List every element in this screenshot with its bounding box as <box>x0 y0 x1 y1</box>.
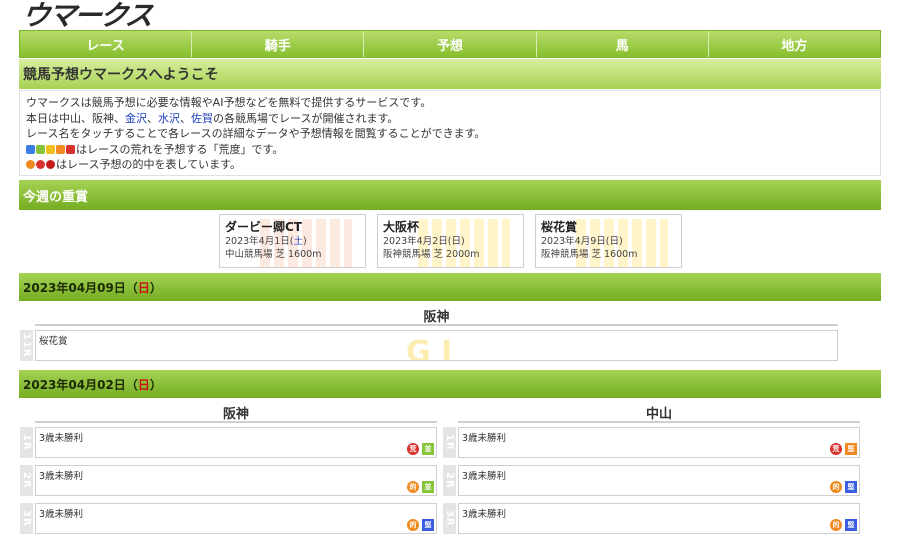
race-name: 3歳未勝利 <box>462 509 507 520</box>
date-text: 2023年04月02日（ <box>23 377 138 392</box>
date-header-0409: 2023年04月09日（日） <box>19 273 881 301</box>
graded-name: 桜花賞 <box>541 220 578 234</box>
race-row-oka-sho[interactable]: 桜花賞 G I <box>35 330 838 361</box>
welcome-sep-1: 、 <box>147 111 158 125</box>
arado-level-2-icon <box>36 144 45 154</box>
welcome-line5: はレース予想の的中を表しています。 <box>26 157 874 173</box>
nav-race[interactable]: レース <box>20 31 193 57</box>
race-number: 3R <box>20 503 33 534</box>
graded-course: 阪神競馬場 芝 2000m <box>383 249 480 260</box>
race-number: 11R <box>20 330 33 361</box>
graded-date: 2023年4月2日(日) <box>383 236 465 247</box>
race-name: 3歳未勝利 <box>462 471 507 482</box>
nav-local[interactable]: 地方 <box>708 31 881 57</box>
hit-mark-1-icon <box>26 160 35 169</box>
arado-badge: 堅 <box>845 481 857 493</box>
nav-jockey[interactable]: 騎手 <box>192 31 365 57</box>
hit-mark-2-icon <box>36 160 45 169</box>
race-name: 桜花賞 <box>39 336 68 347</box>
hit-mark-3-icon <box>46 160 55 169</box>
main-nav: レース 騎手 予想 馬 地方 <box>19 30 881 58</box>
welcome-line2-post: の各競馬場でレースが開催されます。 <box>213 111 399 125</box>
nav-prediction[interactable]: 予想 <box>364 31 537 57</box>
race-name: 3歳未勝利 <box>39 433 84 444</box>
hit-mark-icon: 的 <box>830 481 842 493</box>
graded-date: 2023年4月1日(土) <box>225 236 307 247</box>
race-name: 3歳未勝利 <box>39 509 84 520</box>
hit-mark-icon: 的 <box>830 519 842 531</box>
link-kanazawa[interactable]: 金沢 <box>125 112 147 125</box>
hit-mark-icon: 的 <box>407 519 419 531</box>
upset-mark-icon: 荒 <box>830 443 842 455</box>
link-saga[interactable]: 佐賀 <box>191 112 213 125</box>
race-row[interactable]: 3歳未勝利 的堅 <box>458 503 860 534</box>
graded-date: 2023年4月9日(日) <box>541 236 623 247</box>
hit-mark-icon: 的 <box>407 481 419 493</box>
welcome-line5-text: はレース予想の的中を表しています。 <box>56 158 242 171</box>
nav-horse[interactable]: 馬 <box>536 31 709 57</box>
welcome-sep-2: 、 <box>180 111 191 125</box>
graded-card-2[interactable]: 大阪杯 2023年4月2日(日) 阪神競馬場 芝 2000m <box>377 214 524 268</box>
link-mizusawa[interactable]: 水沢 <box>158 112 180 125</box>
race-number: 2R <box>20 465 33 496</box>
venue-hanshin-0409: 阪神 <box>35 306 838 326</box>
venue-nakayama: 中山 <box>458 403 860 423</box>
welcome-title: 競馬予想ウマークスへようこそ <box>19 59 881 89</box>
race-number: 2R <box>443 465 456 496</box>
venue-hanshin: 阪神 <box>35 403 437 423</box>
race-number: 1R <box>443 427 456 458</box>
date-close: ） <box>149 280 162 295</box>
graded-name: ダービー卿CT <box>225 220 302 234</box>
race-number: 3R <box>443 503 456 534</box>
race-name: 3歳未勝利 <box>462 433 507 444</box>
graded-card-3[interactable]: 桜花賞 2023年4月9日(日) 阪神競馬場 芝 1600m <box>535 214 682 268</box>
welcome-line1: ウマークスは競馬予想に必要な情報やAI予想などを無料で提供するサービスです。 <box>26 96 432 109</box>
graded-title: 今週の重賞 <box>23 189 89 205</box>
graded-name: 大阪杯 <box>383 220 420 234</box>
race-number: 1R <box>20 427 33 458</box>
day-of-week: 日 <box>137 280 150 295</box>
welcome-title-text: 競馬予想ウマークスへようこそ <box>23 67 219 83</box>
grade-mark: G I <box>406 335 453 361</box>
date-close: ） <box>149 377 162 392</box>
arado-badge: 並 <box>422 443 434 455</box>
race-row[interactable]: 3歳未勝利 荒並 <box>35 427 437 458</box>
welcome-line2: 本日は中山、阪神、金沢、水沢、佐賀の各競馬場でレースが開催されます。 <box>26 111 874 127</box>
graded-card-1[interactable]: ダービー卿CT 2023年4月1日(土) 中山競馬場 芝 1600m <box>219 214 366 268</box>
welcome-line2-pre: 本日は中山、阪神、 <box>26 111 125 125</box>
arado-level-1-icon <box>26 144 35 154</box>
upset-mark-icon: 荒 <box>407 443 419 455</box>
day-of-week: 日 <box>137 377 150 392</box>
welcome-line4-text: はレースの荒れを予想する「荒度」です。 <box>76 142 284 156</box>
welcome-line4: はレースの荒れを予想する「荒度」です。 <box>26 142 874 158</box>
graded-course: 阪神競馬場 芝 1600m <box>541 249 638 260</box>
arado-level-3-icon <box>46 144 55 154</box>
arado-badge: 堅 <box>845 519 857 531</box>
race-row[interactable]: 3歳未勝利 的並 <box>35 465 437 496</box>
graded-course: 中山競馬場 芝 1600m <box>225 249 322 260</box>
race-name: 3歳未勝利 <box>39 471 84 482</box>
site-logo[interactable]: ウマークス <box>20 0 194 32</box>
arado-badge: 堅 <box>422 519 434 531</box>
arado-level-5-icon <box>66 144 75 154</box>
welcome-box: ウマークスは競馬予想に必要な情報やAI予想などを無料で提供するサービスです。 本… <box>19 90 881 176</box>
race-row[interactable]: 3歳未勝利 的堅 <box>458 465 860 496</box>
race-row[interactable]: 3歳未勝利 的堅 <box>35 503 437 534</box>
graded-header: 今週の重賞 <box>19 180 881 210</box>
arado-badge: 並 <box>422 481 434 493</box>
date-header-0402: 2023年04月02日（日） <box>19 370 881 398</box>
welcome-line3: レース名をタッチすることで各レースの詳細なデータや予想情報を閲覧することができま… <box>26 127 486 140</box>
arado-level-4-icon <box>56 144 65 154</box>
date-text: 2023年04月09日（ <box>23 280 138 295</box>
race-row[interactable]: 3歳未勝利 荒堅 <box>458 427 860 458</box>
arado-badge: 堅 <box>845 443 857 455</box>
